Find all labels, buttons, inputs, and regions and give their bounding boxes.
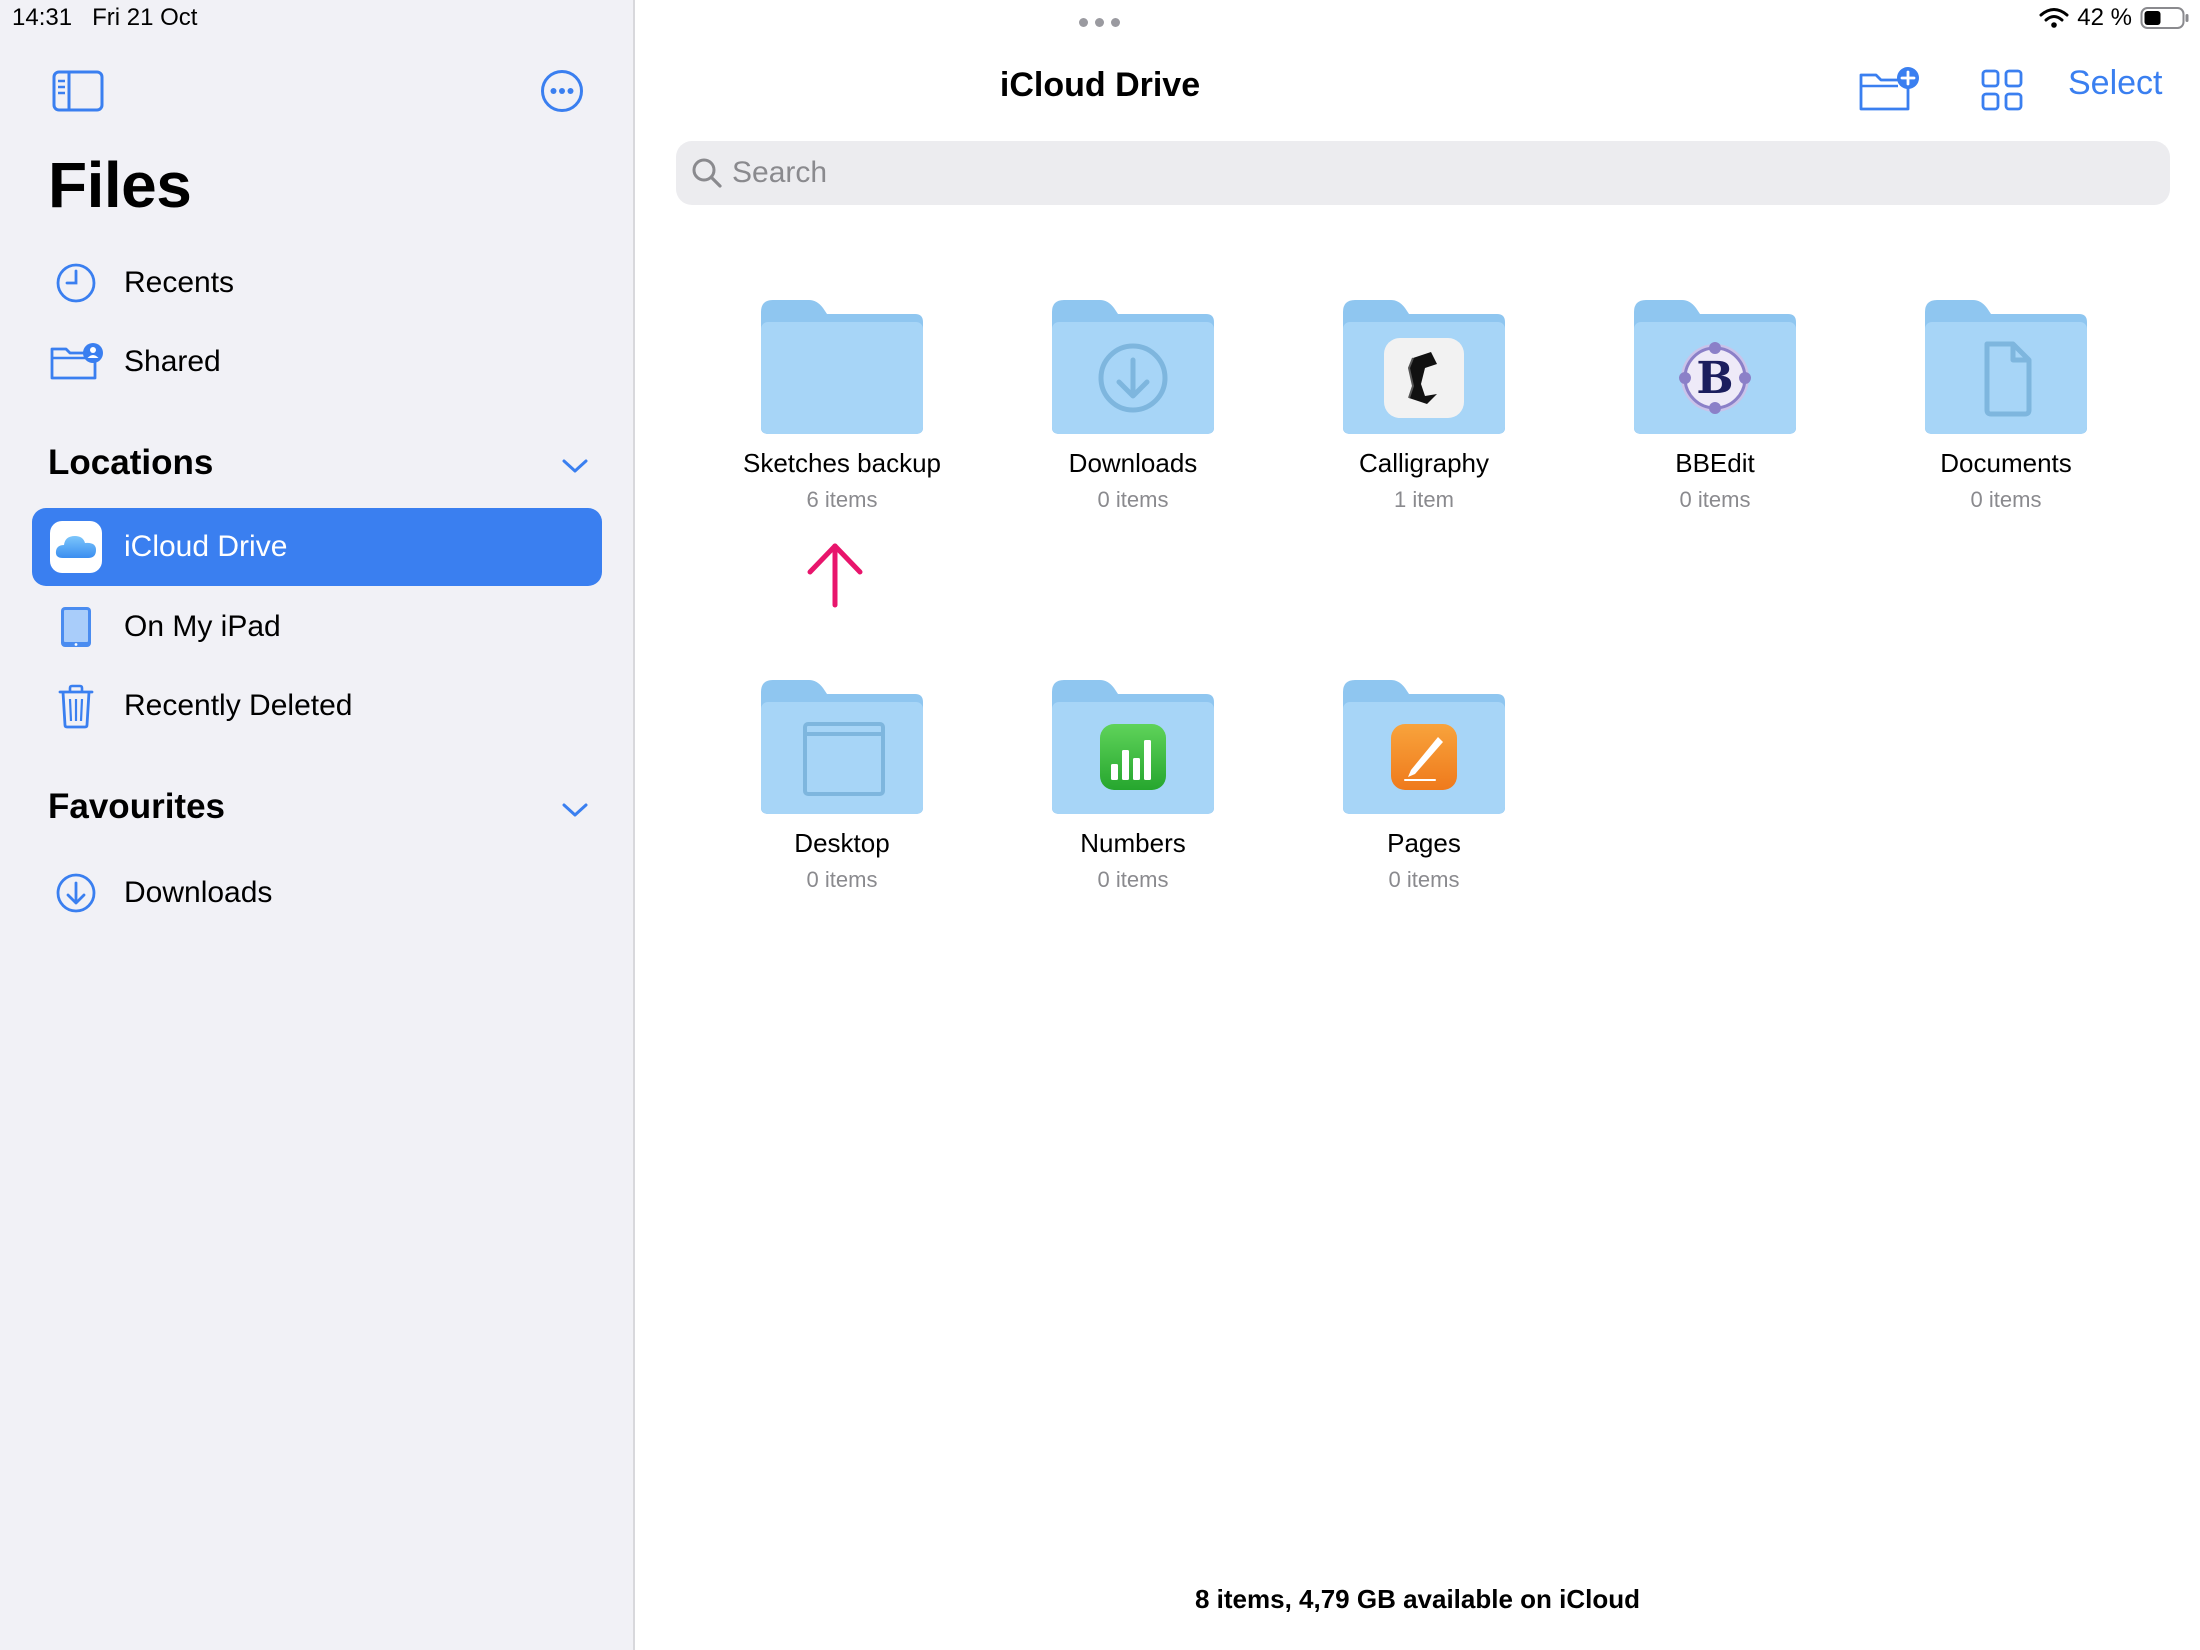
folder-name: Downloads <box>1068 448 1198 478</box>
section-title-favourites: Favourites <box>48 787 225 826</box>
sidebar-item-label: Recently Deleted <box>124 689 353 722</box>
chevron-down-icon[interactable] <box>558 799 592 826</box>
folder-sketches-backup[interactable]: Sketches backup 6 items <box>697 298 987 513</box>
icloud-icon <box>46 517 106 577</box>
folder-bbedit[interactable]: B BBEdit 0 items <box>1570 298 1860 513</box>
folder-item-count: 0 items <box>1097 867 1169 892</box>
pages-app-icon <box>1391 724 1457 790</box>
sidebar-title: Files <box>48 149 192 221</box>
sidebar-item-label: Shared <box>124 345 221 378</box>
folder-name: Documents <box>1940 448 2072 478</box>
sidebar-item-label: Recents <box>124 266 235 299</box>
new-folder-button[interactable] <box>1858 64 1920 114</box>
svg-text:B: B <box>1696 353 1733 404</box>
folder-documents[interactable]: Documents 0 items <box>1861 298 2151 513</box>
folder-icon <box>757 298 927 436</box>
folder-icon <box>1048 298 1218 436</box>
status-date: Fri 21 Oct <box>92 4 198 31</box>
folder-item-count: 1 item <box>1394 487 1454 512</box>
folder-name: Numbers <box>1080 828 1186 858</box>
section-title-locations: Locations <box>48 443 214 482</box>
chevron-down-icon[interactable] <box>558 455 592 482</box>
download-circle-icon <box>46 863 106 923</box>
folder-desktop[interactable]: Desktop 0 items <box>697 678 987 893</box>
status-clock: 14:31 Fri 21 Oct <box>12 4 197 32</box>
folder-item-count: 0 items <box>1388 867 1460 892</box>
folder-name: Pages <box>1387 828 1461 858</box>
status-indicators: 42 % <box>2039 4 2190 32</box>
sidebar-item-label: On My iPad <box>124 610 281 643</box>
trash-icon <box>46 676 106 736</box>
annotation-arrow-up-icon <box>807 543 863 608</box>
folder-icon <box>1048 678 1218 816</box>
battery-icon <box>2140 7 2189 29</box>
folder-icon <box>1339 678 1509 816</box>
folder-icon <box>1339 298 1509 436</box>
folder-name: BBEdit <box>1675 448 1755 478</box>
calligraphy-app-icon <box>1384 338 1464 418</box>
storage-summary: 8 items, 4,79 GB available on iCloud <box>1194 1584 1641 1614</box>
folder-name: Calligraphy <box>1358 448 1490 478</box>
sidebar-item-label: Downloads <box>124 876 273 909</box>
folder-numbers[interactable]: Numbers 0 items <box>988 678 1278 893</box>
folder-icon <box>1921 298 2091 436</box>
numbers-app-icon <box>1100 724 1166 790</box>
folder-name: Sketches backup <box>742 448 941 478</box>
sidebar-item-label: iCloud Drive <box>124 530 288 563</box>
sidebar-item-downloads[interactable]: Downloads <box>32 854 602 932</box>
wifi-icon <box>2039 8 2069 28</box>
sidebar-item-recents[interactable]: Recents <box>32 244 602 322</box>
folder-item-count: 0 items <box>1679 487 1751 512</box>
shared-folder-icon <box>46 332 106 392</box>
folder-item-count: 0 items <box>1097 487 1169 512</box>
sidebar-item-icloud-drive[interactable]: iCloud Drive <box>32 508 602 586</box>
folder-downloads[interactable]: Downloads 0 items <box>988 298 1278 513</box>
folder-icon <box>757 678 927 816</box>
sidebar-item-shared[interactable]: Shared <box>32 323 602 401</box>
sidebar-item-recently-deleted[interactable]: Recently Deleted <box>32 667 602 745</box>
folder-item-count: 0 items <box>806 867 878 892</box>
grid-view-icon <box>1981 69 2023 111</box>
status-time: 14:31 <box>12 4 73 31</box>
folder-item-count: 0 items <box>1970 487 2042 512</box>
clock-icon <box>46 253 106 313</box>
folder-icon: B <box>1630 298 1800 436</box>
folder-calligraphy[interactable]: Calligraphy 1 item <box>1279 298 1569 513</box>
sidebar: 14:31 Fri 21 Oct Files Recents Shared Lo… <box>0 0 635 1650</box>
folder-item-count: 6 items <box>806 487 878 512</box>
select-button[interactable]: Select <box>2068 64 2163 103</box>
search-placeholder: Search <box>732 156 828 189</box>
ipad-icon <box>46 597 106 657</box>
folder-name: Desktop <box>794 828 890 858</box>
folder-pages[interactable]: Pages 0 items <box>1279 678 1569 893</box>
view-grid-button[interactable] <box>1979 67 2025 113</box>
new-folder-icon <box>1859 67 1919 111</box>
multitasking-grabber[interactable] <box>1079 18 1120 27</box>
search-icon <box>692 158 722 188</box>
search-field[interactable]: Search <box>676 141 2170 205</box>
battery-percentage: 42 % <box>2077 4 2132 31</box>
sidebar-item-on-my-ipad[interactable]: On My iPad <box>32 588 602 666</box>
